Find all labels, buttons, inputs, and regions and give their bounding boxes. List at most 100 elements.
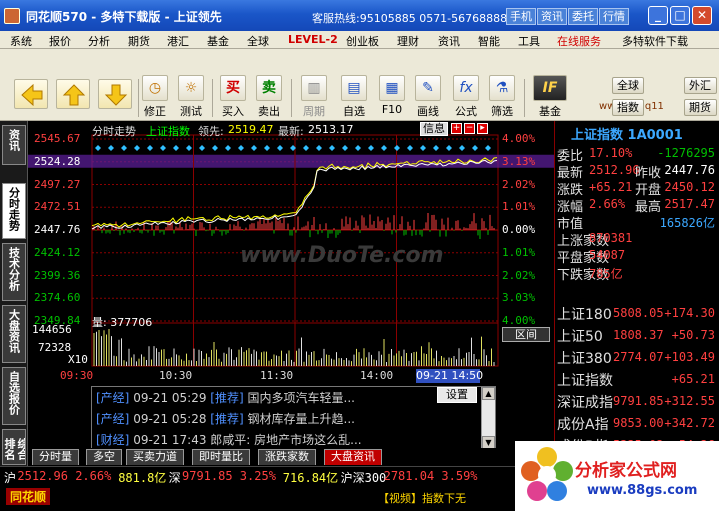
marker-dot bbox=[199, 145, 205, 151]
status-news[interactable]: 【视频】指数下无 bbox=[378, 490, 466, 506]
marker-dot bbox=[134, 145, 140, 151]
window-title: 同花顺570 - 多特下载版 - 上证领先 bbox=[26, 10, 222, 24]
tab-technical[interactable]: 技术分析 bbox=[2, 243, 26, 301]
menu-system[interactable]: 系统 bbox=[10, 33, 32, 49]
tab-watchlist[interactable]: 自选报价 bbox=[2, 367, 26, 425]
tool-watchlist[interactable]: ▤ 自选 bbox=[340, 75, 368, 119]
fx-button[interactable]: 外汇 bbox=[684, 77, 717, 94]
marker-dot bbox=[264, 145, 270, 151]
tab-long-short[interactable]: 多空 bbox=[86, 449, 122, 465]
news-settings-button[interactable]: 设置 bbox=[437, 387, 477, 403]
tool-fund[interactable]: IF 基金 bbox=[530, 75, 570, 119]
tab-ranking[interactable]: 综合排名 bbox=[2, 429, 26, 465]
marker-dot bbox=[212, 145, 218, 151]
down-button[interactable] bbox=[98, 79, 132, 109]
zoom-in-icon[interactable]: + bbox=[451, 123, 462, 134]
news-scrollbar[interactable]: ▲ ▼ bbox=[481, 387, 495, 449]
quote-button[interactable]: 行情 bbox=[599, 8, 629, 25]
tab-market-news[interactable]: 大盘资讯 bbox=[324, 449, 382, 465]
menu-info[interactable]: 资讯 bbox=[438, 33, 460, 49]
scroll-up-icon[interactable]: ▲ bbox=[482, 387, 495, 400]
menu-global[interactable]: 全球 bbox=[247, 33, 269, 49]
intraday-chart[interactable]: www.DuoTe.com 分时走势 上证指数 领先: 2519.47 最新: … bbox=[28, 121, 554, 466]
menu-bar: 系统 报价 分析 期货 港汇 基金 全球 LEVEL-2 创业板 理财 资讯 智… bbox=[0, 31, 719, 49]
news-row[interactable]: [产经] 09-21 05:28 [推荐] 钢材库存量上升趋... bbox=[96, 410, 355, 427]
menu-smart[interactable]: 智能 bbox=[478, 33, 500, 49]
marker-dot bbox=[277, 145, 283, 151]
mobile-button[interactable]: 手机 bbox=[506, 8, 536, 25]
back-button[interactable] bbox=[14, 79, 48, 109]
tool-sell[interactable]: 卖 卖出 bbox=[255, 75, 283, 119]
index-row-change: +342.72 bbox=[664, 416, 715, 430]
menu-finance[interactable]: 理财 bbox=[397, 33, 419, 49]
tool-draw-line[interactable]: ✎ 画线 bbox=[414, 75, 442, 119]
menu-fund[interactable]: 基金 bbox=[207, 33, 229, 49]
menu-analysis[interactable]: 分析 bbox=[88, 33, 110, 49]
global-button[interactable]: 全球 bbox=[612, 77, 644, 94]
index-row-label[interactable]: 上证指数 bbox=[557, 370, 613, 390]
tool-f10[interactable]: ▦ F10 bbox=[378, 75, 406, 116]
futures-button[interactable]: 期货 bbox=[684, 99, 717, 116]
index-row-label[interactable]: 上证380 bbox=[557, 348, 612, 368]
buy-icon: 买 bbox=[220, 75, 246, 101]
menu-duote-download[interactable]: 多特软件下载 bbox=[622, 33, 688, 49]
trade-button[interactable]: 委托 bbox=[568, 8, 598, 25]
news-button[interactable]: 资讯 bbox=[537, 8, 567, 25]
index-row-label[interactable]: 上证180 bbox=[557, 304, 612, 324]
f10-icon: ▦ bbox=[379, 75, 405, 101]
brand-url: www.88gs.com bbox=[587, 483, 698, 498]
quote-row-value2: -1276295 bbox=[657, 146, 715, 160]
tool-buy[interactable]: 买 买入 bbox=[219, 75, 247, 119]
tool-period[interactable]: ▥ 周期 bbox=[300, 75, 328, 119]
time-label-1130: 11:30 bbox=[260, 369, 294, 382]
index-button[interactable]: 指数 bbox=[612, 99, 644, 116]
index-row-label[interactable]: 上证50 bbox=[557, 326, 603, 346]
index-row-label[interactable]: 深证成指 bbox=[557, 392, 613, 412]
draw-line-icon: ✎ bbox=[415, 75, 441, 101]
tool-correct[interactable]: ◷ 修正 bbox=[141, 75, 169, 119]
correct-icon: ◷ bbox=[142, 75, 168, 101]
marker-dot bbox=[407, 145, 413, 151]
tool-formula[interactable]: fx 公式 bbox=[452, 75, 480, 119]
menu-hk-fx[interactable]: 港汇 bbox=[167, 33, 189, 49]
menu-tools[interactable]: 工具 bbox=[518, 33, 540, 49]
tab-intraday[interactable]: 分时走势 bbox=[2, 183, 26, 239]
tab-market-info[interactable]: 大盘资讯 bbox=[2, 305, 26, 363]
ticker-item: 3.25% bbox=[239, 469, 276, 483]
up-button[interactable] bbox=[56, 79, 90, 109]
quote-row-value: 2512.96 bbox=[589, 163, 640, 177]
index-row-label[interactable]: 成份A指 bbox=[557, 414, 609, 434]
quote-row-value2: 2447.76 bbox=[664, 163, 715, 177]
menu-online-service[interactable]: 在线服务 bbox=[557, 33, 601, 49]
lead-highlight bbox=[28, 154, 554, 168]
marker-dot bbox=[459, 145, 465, 151]
time-label-1400: 14:00 bbox=[360, 369, 394, 382]
ticker-item: 2.66% bbox=[75, 469, 112, 483]
tool-test[interactable]: ☼ 测试 bbox=[177, 75, 205, 119]
tab-news[interactable]: 资讯 bbox=[2, 125, 26, 165]
index-row-change: +174.30 bbox=[664, 306, 715, 320]
arrow-down-icon bbox=[104, 84, 128, 106]
marker-dot bbox=[238, 145, 244, 151]
flower-logo-icon bbox=[521, 447, 573, 501]
maximize-button[interactable]: □ bbox=[670, 6, 690, 25]
menu-level2[interactable]: LEVEL-2 bbox=[288, 33, 338, 46]
menu-gem[interactable]: 创业板 bbox=[346, 33, 379, 49]
news-row[interactable]: [财经] 09-21 17:43 郎咸平: 房地产市场这么乱... bbox=[96, 431, 362, 448]
lead-label: 领先: bbox=[198, 125, 224, 138]
close-button[interactable]: ✕ bbox=[692, 6, 712, 25]
tab-advance-decline[interactable]: 涨跌家数 bbox=[258, 449, 316, 465]
menu-futures[interactable]: 期货 bbox=[128, 33, 150, 49]
time-label-0930: 09:30 bbox=[60, 369, 94, 382]
tab-volume[interactable]: 分时量 bbox=[32, 449, 79, 465]
info-button[interactable]: 信息 bbox=[420, 122, 448, 136]
menu-quote[interactable]: 报价 bbox=[49, 33, 71, 49]
tool-filter[interactable]: ⚗ 筛选 bbox=[488, 75, 516, 119]
maximize-chart-icon[interactable]: ▸ bbox=[477, 123, 488, 134]
tab-volume-ratio[interactable]: 即时量比 bbox=[192, 449, 250, 465]
news-row[interactable]: [产经] 09-21 05:29 [推荐] 国内多项汽车轻量... bbox=[96, 389, 355, 406]
zoom-out-icon[interactable]: − bbox=[464, 123, 475, 134]
tab-buy-sell-force[interactable]: 买卖力道 bbox=[126, 449, 184, 465]
minimize-button[interactable]: _ bbox=[648, 6, 668, 25]
range-button[interactable]: 区间 bbox=[502, 327, 550, 342]
